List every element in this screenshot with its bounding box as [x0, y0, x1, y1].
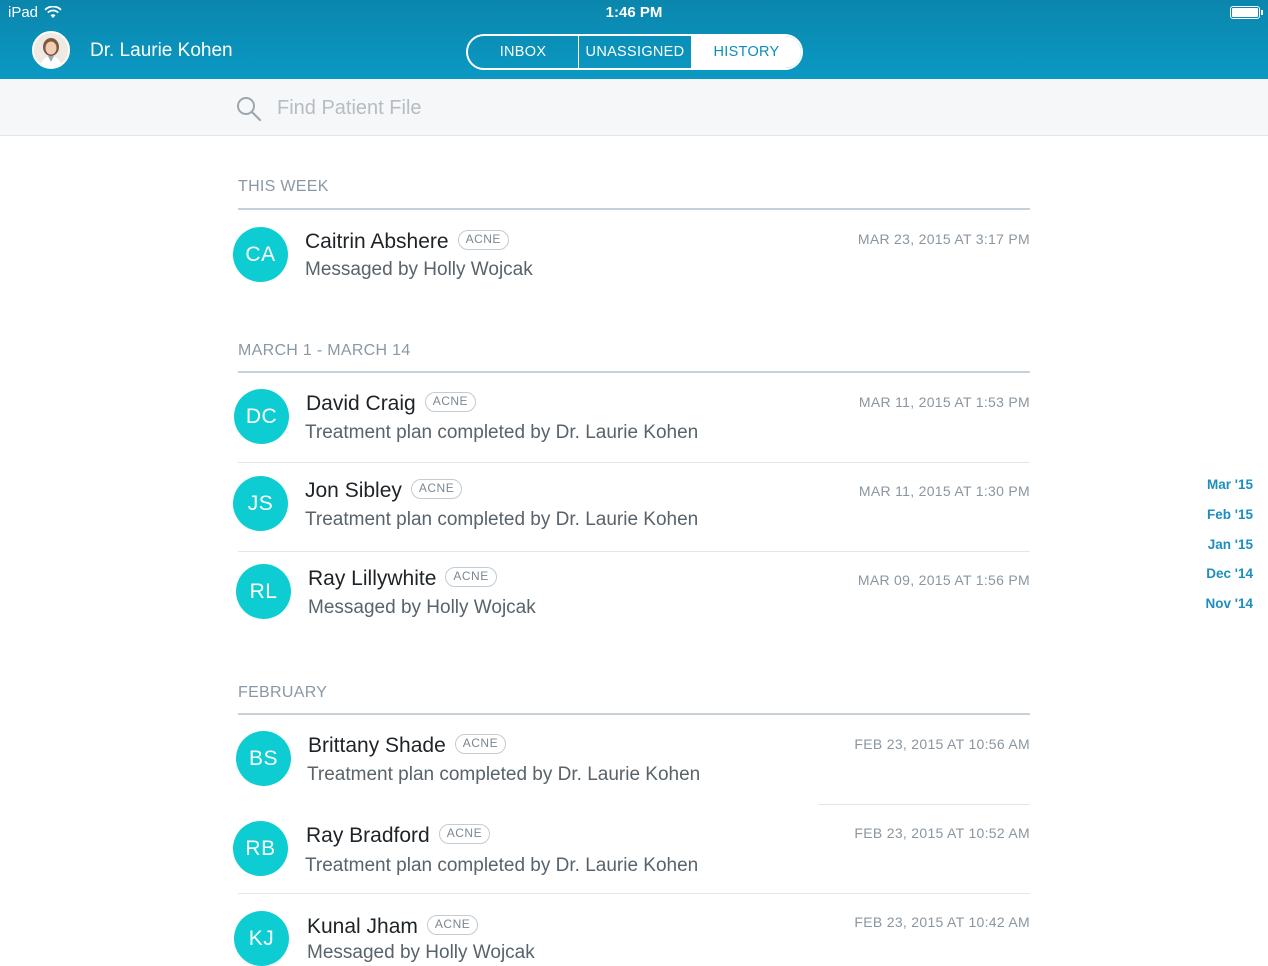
- app-header: iPad 1:46 PM Dr. Laurie Kohen INBOX UNAS…: [0, 0, 1268, 79]
- section-title: MARCH 1 - MARCH 14: [238, 342, 411, 359]
- patient-name: Brittany Shade: [308, 734, 446, 757]
- activity-description: Messaged by Holly Wojcak: [305, 259, 533, 280]
- activity-date: MAR 11, 2015 AT 1:53 PM: [858, 394, 1030, 410]
- tab-history[interactable]: HISTORY: [691, 36, 801, 68]
- patient-name-line: David Craig ACNE: [306, 392, 477, 416]
- patient-initials-avatar: RB: [233, 821, 288, 876]
- patient-name-line: Kunal Jham ACNE: [307, 915, 479, 939]
- activity-description: Treatment plan completed by Dr. Laurie K…: [305, 509, 699, 530]
- tab-inbox[interactable]: INBOX: [468, 36, 578, 68]
- patient-initials-avatar: KJ: [234, 911, 289, 966]
- condition-tag: ACNE: [426, 915, 479, 936]
- condition-tag: ACNE: [438, 824, 491, 845]
- activity-date: MAR 23, 2015 AT 3:17 PM: [857, 231, 1030, 247]
- section-title: FEBRUARY: [238, 684, 328, 701]
- activity-date: MAR 11, 2015 AT 1:30 PM: [858, 483, 1030, 499]
- condition-tag: ACNE: [410, 479, 463, 500]
- activity-description: Treatment plan completed by Dr. Laurie K…: [305, 422, 699, 443]
- row-divider: [238, 551, 1030, 552]
- activity-date: FEB 23, 2015 AT 10:42 AM: [854, 914, 1030, 930]
- activity-description: Messaged by Holly Wojcak: [308, 597, 536, 618]
- section-title: THIS WEEK: [238, 178, 329, 195]
- activity-date: FEB 23, 2015 AT 10:52 AM: [854, 825, 1030, 841]
- activity-date: MAR 09, 2015 AT 1:56 PM: [857, 572, 1030, 588]
- doctor-avatar[interactable]: [32, 31, 70, 69]
- search-input[interactable]: [277, 93, 877, 123]
- activity-description: Treatment plan completed by Dr. Laurie K…: [307, 764, 701, 785]
- month-index-item[interactable]: Dec '14: [1206, 566, 1253, 581]
- search-icon: [237, 97, 262, 122]
- row-divider: [238, 893, 1030, 894]
- patient-name: Caitrin Abshere: [305, 230, 449, 253]
- patient-name-line: Brittany Shade ACNE: [308, 734, 507, 758]
- condition-tag: ACNE: [457, 230, 509, 251]
- row-divider: [818, 804, 1030, 805]
- patient-name-line: Ray Lillywhite ACNE: [308, 567, 497, 591]
- patient-initials-avatar: JS: [233, 476, 288, 531]
- tab-unassigned[interactable]: UNASSIGNED: [578, 36, 691, 68]
- condition-tag: ACNE: [424, 392, 477, 413]
- month-index-item[interactable]: Feb '15: [1207, 507, 1253, 522]
- month-index-item[interactable]: Nov '14: [1206, 596, 1253, 611]
- patient-name-line: Ray Bradford ACNE: [306, 824, 491, 848]
- status-time: 1:46 PM: [605, 4, 663, 21]
- patient-name: Ray Lillywhite: [308, 567, 437, 590]
- activity-date: FEB 23, 2015 AT 10:56 AM: [854, 736, 1030, 752]
- view-tabs: INBOX UNASSIGNED HISTORY: [466, 34, 803, 70]
- patient-name: Ray Bradford: [306, 824, 430, 847]
- patient-initials-avatar: DC: [234, 389, 289, 444]
- doctor-photo-icon: [34, 33, 68, 67]
- patient-name: David Craig: [306, 392, 416, 415]
- row-divider: [238, 462, 1030, 463]
- patient-name: Kunal Jham: [307, 915, 418, 938]
- condition-tag: ACNE: [445, 567, 497, 588]
- patient-initials-avatar: RL: [236, 564, 291, 619]
- condition-tag: ACNE: [454, 734, 507, 755]
- month-index-item[interactable]: Mar '15: [1207, 477, 1253, 492]
- patient-name: Jon Sibley: [305, 479, 402, 502]
- patient-initials-avatar: CA: [233, 227, 288, 282]
- patient-name-line: Caitrin Abshere ACNE: [305, 230, 509, 254]
- battery-icon: [1230, 6, 1263, 19]
- section-divider: [238, 208, 1030, 210]
- doctor-name: Dr. Laurie Kohen: [90, 40, 233, 61]
- patient-initials-avatar: BS: [236, 731, 291, 786]
- activity-description: Treatment plan completed by Dr. Laurie K…: [305, 855, 699, 876]
- section-divider: [238, 371, 1030, 373]
- activity-description: Messaged by Holly Wojcak: [307, 942, 535, 963]
- patient-name-line: Jon Sibley ACNE: [305, 479, 463, 503]
- section-divider: [238, 713, 1030, 715]
- month-index-item[interactable]: Jan '15: [1208, 537, 1253, 552]
